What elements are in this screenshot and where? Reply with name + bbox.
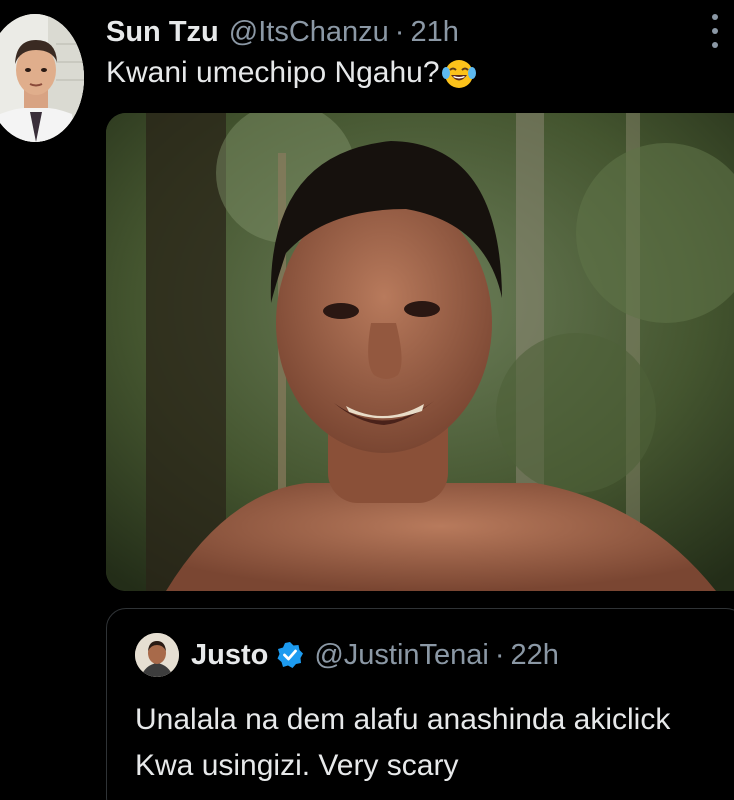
- tears-of-joy-emoji-icon: [441, 60, 476, 88]
- verified-badge-icon: [277, 642, 304, 668]
- quoted-tweet-timestamp[interactable]: 22h: [511, 639, 559, 672]
- more-dot: [712, 14, 718, 20]
- author-handle[interactable]: @ItsChanzu: [229, 16, 389, 49]
- more-dot: [712, 28, 718, 34]
- quoted-header-separator: ·: [494, 638, 505, 671]
- tweet[interactable]: Sun Tzu @ItsChanzu · 21h Kwani umechipo …: [0, 0, 734, 800]
- tweet-image[interactable]: [106, 113, 734, 591]
- tweet-timestamp[interactable]: 21h: [410, 16, 458, 49]
- tweet-header: Sun Tzu @ItsChanzu · 21h: [106, 12, 459, 52]
- quoted-tweet[interactable]: Justo @JustinTenai · 22h Unalala na dem …: [106, 608, 734, 800]
- quoted-author-display-name[interactable]: Justo: [191, 639, 268, 672]
- author-display-name[interactable]: Sun Tzu: [106, 16, 219, 49]
- author-avatar[interactable]: [0, 14, 84, 142]
- quoted-author-avatar[interactable]: [135, 633, 179, 677]
- tweet-text: Kwani umechipo Ngahu?: [106, 56, 476, 90]
- quoted-author-handle[interactable]: @JustinTenai: [314, 639, 489, 672]
- more-options-icon[interactable]: [710, 14, 720, 48]
- tweet-text-content: Kwani umechipo Ngahu?: [106, 56, 440, 89]
- more-dot: [712, 42, 718, 48]
- quoted-tweet-header: Justo @JustinTenai · 22h: [135, 633, 559, 677]
- header-separator: ·: [394, 15, 405, 48]
- quoted-tweet-text: Unalala na dem alafu anashinda akiclick …: [135, 703, 671, 782]
